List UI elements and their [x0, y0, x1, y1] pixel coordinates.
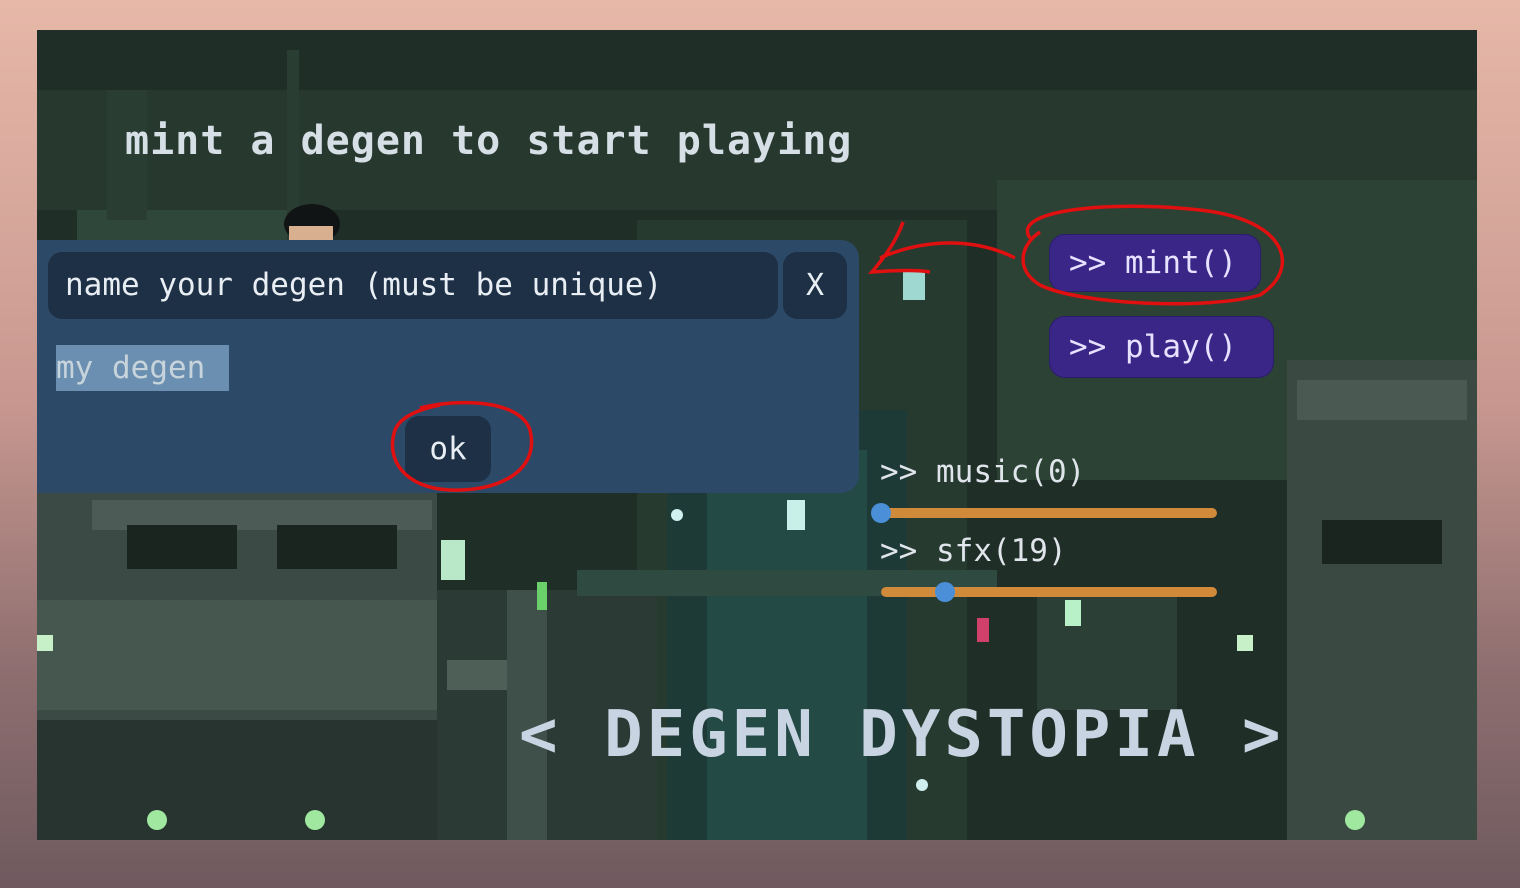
music-label: >> music(0) [880, 454, 1086, 490]
sfx-slider-thumb[interactable] [934, 582, 955, 602]
ok-button[interactable]: ok [405, 416, 491, 482]
music-slider[interactable] [871, 503, 1217, 523]
sfx-slider[interactable] [881, 582, 1217, 602]
mint-button[interactable]: >> mint() [1049, 234, 1261, 292]
game-canvas: mint a degen to start playing >> mint() … [37, 30, 1477, 840]
music-slider-thumb[interactable] [871, 503, 891, 523]
svg-text:< DEGEN DYSTOPIA >: < DEGEN DYSTOPIA > [519, 700, 1285, 770]
name-dialog: name your degen (must be unique) X ok [37, 240, 859, 493]
close-button[interactable]: X [783, 252, 847, 319]
dialog-title: name your degen (must be unique) [48, 252, 778, 319]
degen-name-input[interactable] [56, 344, 416, 392]
play-button[interactable]: >> play() [1049, 316, 1274, 378]
sfx-label: >> sfx(19) [880, 533, 1067, 569]
start-prompt: mint a degen to start playing [125, 118, 853, 164]
game-logo: < DEGEN DYSTOPIA > [519, 700, 1285, 770]
